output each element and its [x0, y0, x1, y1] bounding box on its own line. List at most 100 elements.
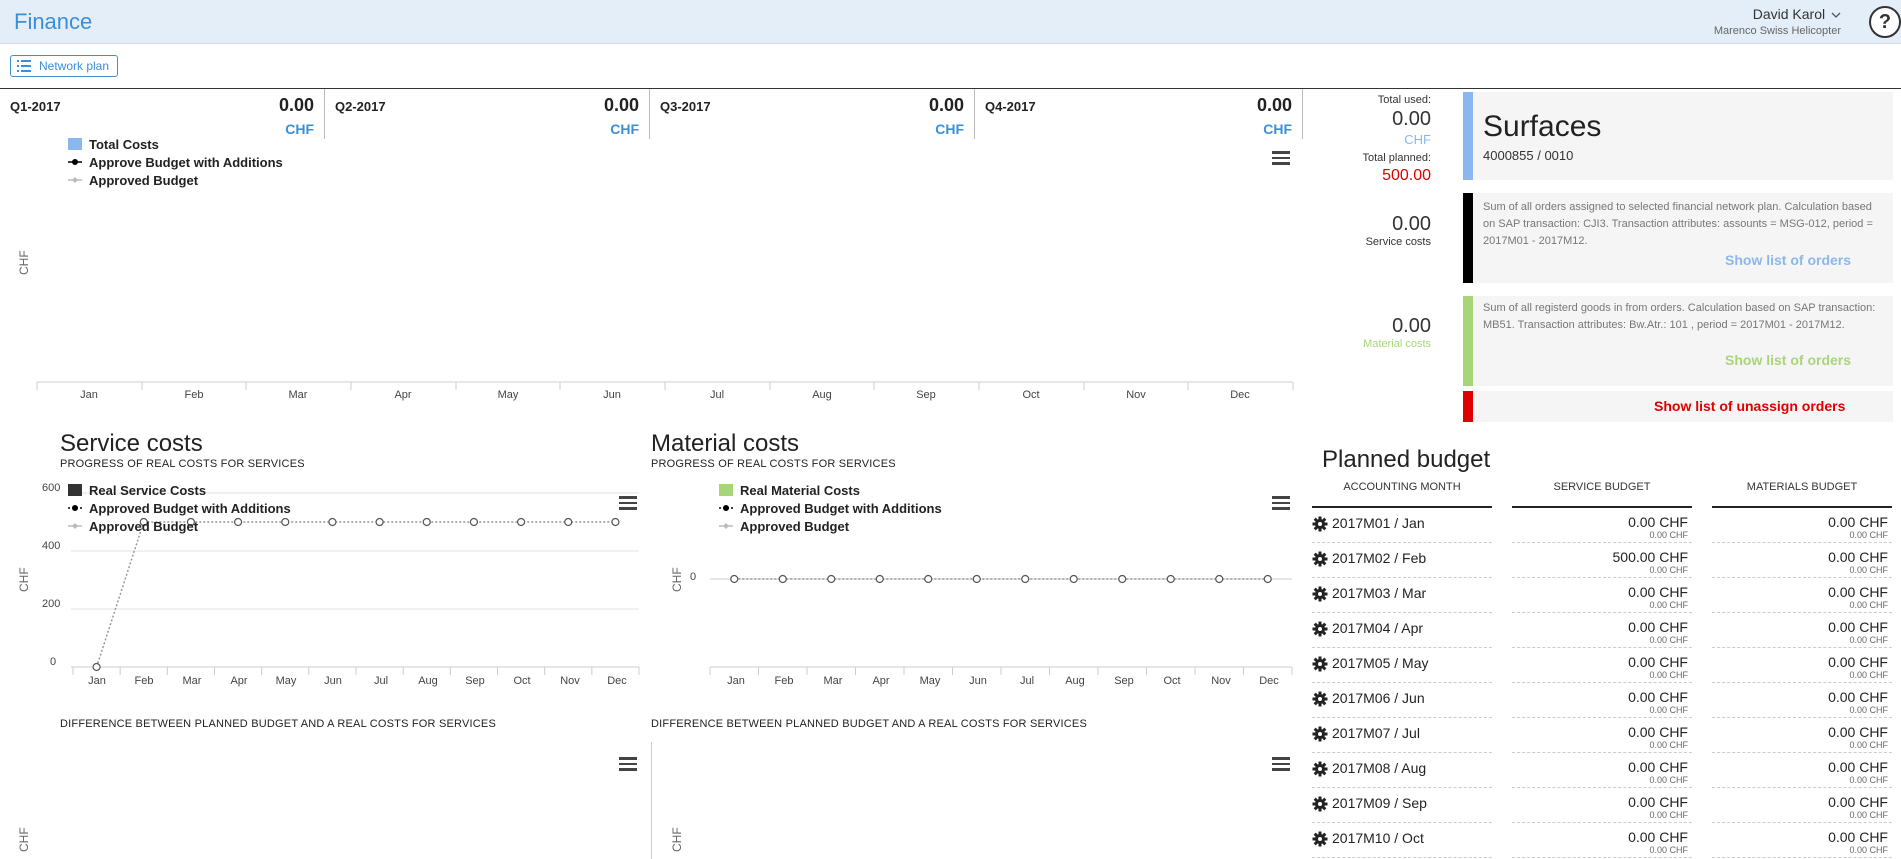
service-budget-value[interactable]: 0.00 CHF [1512, 759, 1688, 775]
service-budget-value[interactable]: 0.00 CHF [1512, 689, 1688, 705]
top-bar: Finance David Karol Marenco Swiss Helico… [0, 0, 1901, 44]
service-diff-title: DIFFERENCE BETWEEN PLANNED BUDGET AND A … [60, 718, 496, 730]
accounting-month: 2017M08 / Aug [1332, 760, 1427, 776]
service-budget-value[interactable]: 0.00 CHF [1512, 654, 1688, 670]
service-budget-value[interactable]: 0.00 CHF [1512, 514, 1688, 530]
table-row: 2017M06 / Jun 0.00 CHF 0.00 CHF 0.00 CHF 0.0… [1312, 683, 1892, 718]
planned-budget-title: Planned budget [1322, 446, 1491, 473]
gear-icon[interactable] [1312, 656, 1328, 672]
service-budget-sub: 0.00 CHF [1649, 635, 1688, 645]
material-x-axis: Jan Feb Mar Apr May Jun Jul Aug Sep Oct … [651, 675, 1301, 691]
total-used-value: 0.00 [1392, 108, 1431, 130]
show-orders-material-link[interactable]: Show list of orders [1725, 352, 1851, 368]
x-tick-label: Jul [709, 389, 725, 401]
gear-icon[interactable] [1312, 726, 1328, 742]
accounting-month: 2017M07 / Jul [1332, 725, 1420, 741]
legend-approved-budget-additions[interactable]: Approved Budget with Additions [68, 501, 291, 516]
quarter-label: Q4-2017 [985, 99, 1036, 114]
service-description: Sum of all orders assigned to selected f… [1483, 201, 1873, 247]
gear-icon[interactable] [1312, 761, 1328, 777]
data-point [924, 574, 933, 584]
x-tick-label: Dec [1259, 675, 1279, 687]
chart-menu-icon[interactable] [619, 496, 637, 510]
app-title[interactable]: Finance [14, 9, 92, 35]
user-menu[interactable]: David Karol [1753, 6, 1841, 22]
legend-swatch [68, 484, 82, 496]
service-budget-value[interactable]: 0.00 CHF [1512, 794, 1688, 810]
legend-approved-budget-additions[interactable]: Approved Budget with Additions [719, 501, 942, 516]
materials-budget-sub: 0.00 CHF [1849, 565, 1888, 575]
total-planned-label: Total planned: [1362, 152, 1432, 164]
service-costs-value: 0.00 [1392, 213, 1431, 235]
y-tick-label: 600 [42, 482, 61, 494]
show-unassign-orders-link[interactable]: Show list of unassign orders [1654, 398, 1845, 414]
table-row: 2017M09 / Sep 0.00 CHF 0.00 CHF 0.00 CHF 0.0… [1312, 788, 1892, 823]
row-separator [1512, 857, 1692, 858]
service-budget-sub: 0.00 CHF [1649, 810, 1688, 820]
gear-icon[interactable] [1312, 831, 1328, 847]
gear-icon[interactable] [1312, 516, 1328, 532]
legend-approve-budget-additions[interactable]: Approve Budget with Additions [68, 155, 283, 170]
show-orders-service-link[interactable]: Show list of orders [1725, 252, 1851, 268]
legend-real-service-costs[interactable]: Real Service Costs [68, 483, 206, 498]
gear-icon[interactable] [1312, 621, 1328, 637]
materials-budget-value[interactable]: 0.00 CHF [1712, 654, 1888, 670]
quarter-unit: CHF [935, 121, 964, 137]
data-point [1069, 574, 1078, 584]
materials-budget-value[interactable]: 0.00 CHF [1712, 584, 1888, 600]
materials-budget-value[interactable]: 0.00 CHF [1712, 689, 1888, 705]
materials-budget-value[interactable]: 0.00 CHF [1712, 794, 1888, 810]
legend-total-costs[interactable]: Total Costs [68, 137, 159, 152]
legend-approved-budget[interactable]: Approved Budget [68, 173, 198, 188]
materials-budget-value[interactable]: 0.00 CHF [1712, 759, 1888, 775]
materials-budget-value[interactable]: 0.00 CHF [1712, 829, 1888, 845]
gear-icon[interactable] [1312, 586, 1328, 602]
service-budget-sub: 0.00 CHF [1649, 530, 1688, 540]
y-axis-label: CHF [17, 567, 31, 592]
material-costs-subtitle: PROGRESS OF REAL COSTS FOR SERVICES [651, 458, 896, 470]
data-point [469, 517, 479, 527]
material-costs-value: 0.00 [1392, 315, 1431, 337]
service-budget-sub: 0.00 CHF [1649, 845, 1688, 855]
legend-approved-budget[interactable]: Approved Budget [719, 519, 849, 534]
table-row: 2017M03 / Mar 0.00 CHF 0.00 CHF 0.00 CHF 0.0… [1312, 578, 1892, 613]
materials-budget-value[interactable]: 0.00 CHF [1712, 514, 1888, 530]
data-point [875, 574, 884, 584]
materials-budget-value[interactable]: 0.00 CHF [1712, 549, 1888, 565]
gear-icon[interactable] [1312, 551, 1328, 567]
materials-budget-value[interactable]: 0.00 CHF [1712, 619, 1888, 635]
legend-approved-budget[interactable]: Approved Budget [68, 519, 198, 534]
materials-budget-sub: 0.00 CHF [1849, 705, 1888, 715]
chart-menu-icon[interactable] [1272, 757, 1290, 771]
gear-icon[interactable] [1312, 691, 1328, 707]
chart-menu-icon[interactable] [1272, 496, 1290, 510]
data-point [1166, 574, 1175, 584]
legend-line-marker [68, 523, 82, 529]
table-row: 2017M04 / Apr 0.00 CHF 0.00 CHF 0.00 CHF 0.0… [1312, 613, 1892, 648]
service-budget-sub: 0.00 CHF [1649, 565, 1688, 575]
data-point [564, 517, 573, 527]
network-plan-button[interactable]: Network plan [10, 55, 119, 77]
service-budget-value[interactable]: 0.00 CHF [1512, 724, 1688, 740]
data-point [328, 517, 337, 527]
materials-budget-value[interactable]: 0.00 CHF [1712, 724, 1888, 740]
accounting-month: 2017M10 / Oct [1332, 830, 1424, 846]
y-axis-label: CHF [670, 567, 684, 592]
service-budget-sub: 0.00 CHF [1649, 705, 1688, 715]
quarter-label: Q2-2017 [335, 99, 386, 114]
legend-label: Total Costs [89, 137, 159, 152]
data-point [233, 517, 243, 527]
service-budget-value[interactable]: 0.00 CHF [1512, 829, 1688, 845]
help-button[interactable]: ? [1869, 6, 1901, 38]
chart-menu-icon[interactable] [1272, 151, 1290, 165]
material-costs-card: Sum of all registerd goods in from order… [1473, 296, 1893, 386]
network-plan-label: Network plan [39, 59, 110, 73]
service-budget-value[interactable]: 500.00 CHF [1512, 549, 1688, 565]
surfaces-id: 4000855 / 0010 [1483, 148, 1574, 163]
gear-icon[interactable] [1312, 796, 1328, 812]
user-company: Marenco Swiss Helicopter [1713, 25, 1841, 37]
chart-menu-icon[interactable] [619, 757, 637, 771]
service-budget-value[interactable]: 0.00 CHF [1512, 619, 1688, 635]
service-budget-value[interactable]: 0.00 CHF [1512, 584, 1688, 600]
legend-real-material-costs[interactable]: Real Material Costs [719, 483, 860, 498]
